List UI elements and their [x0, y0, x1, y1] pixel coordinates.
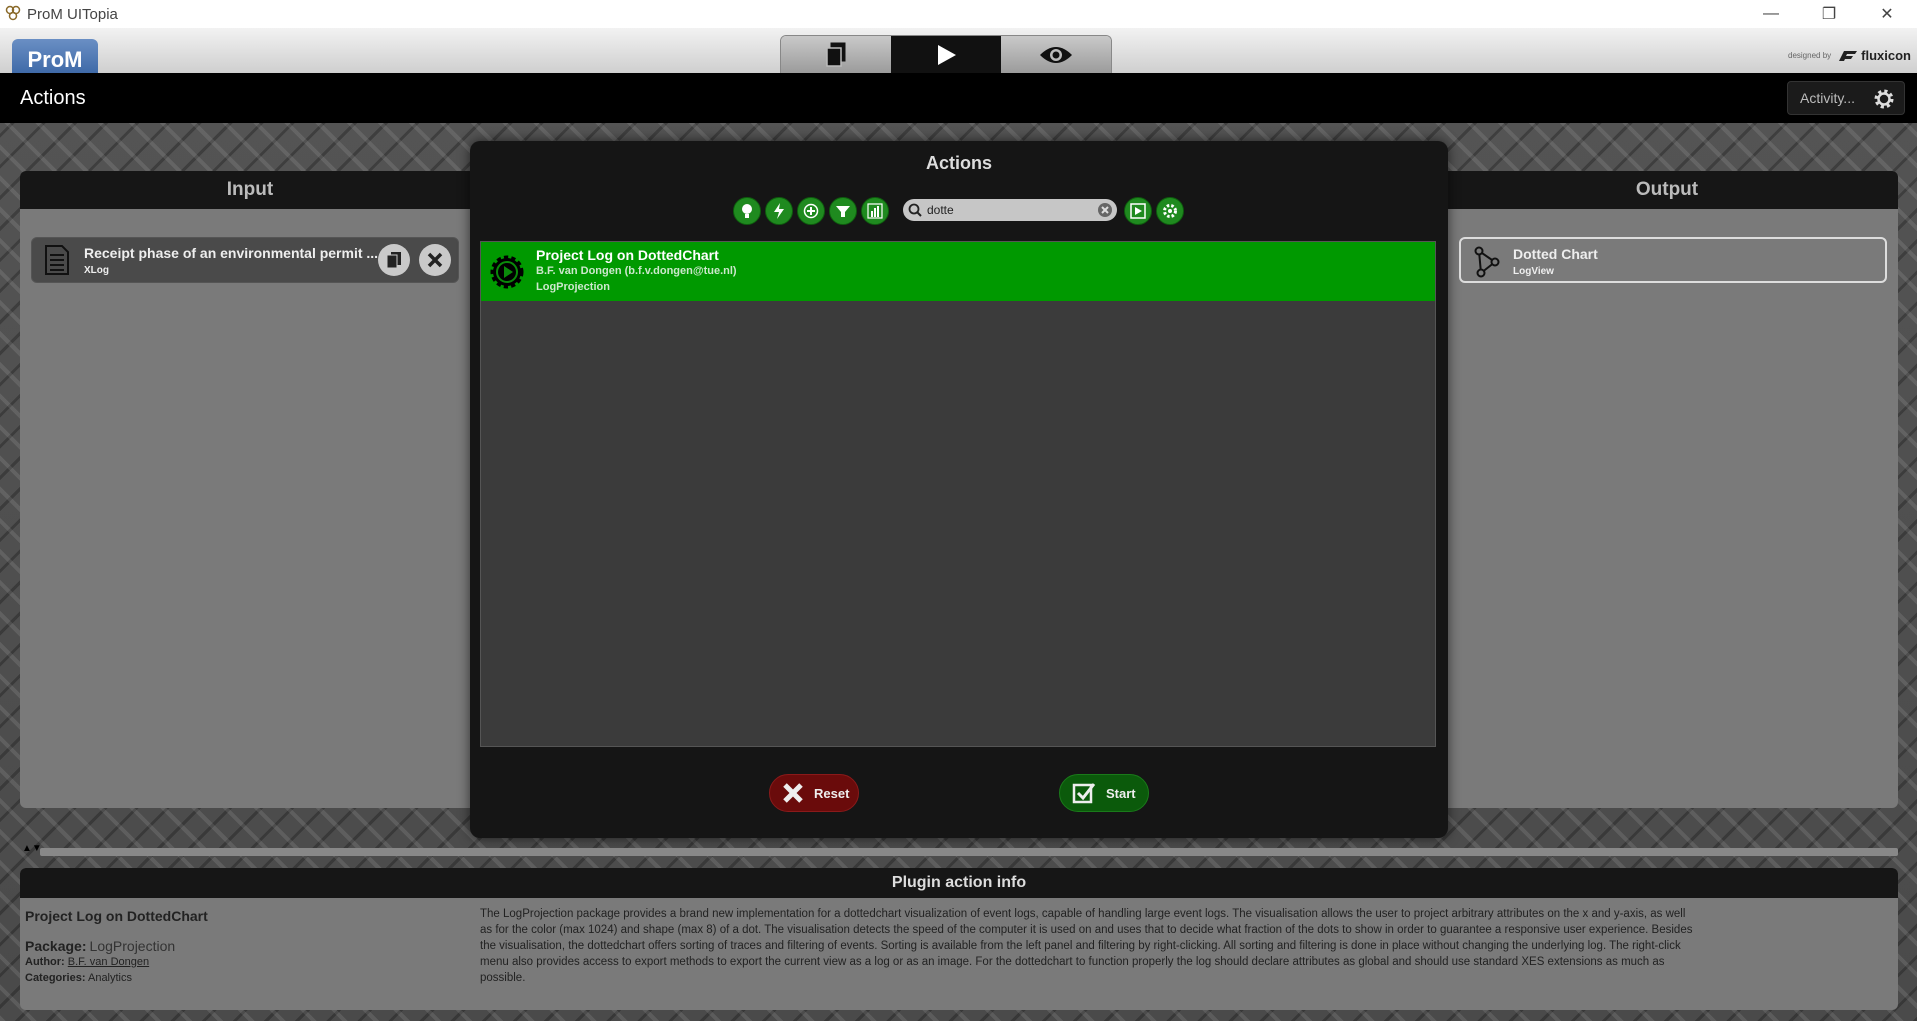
filter-chart-button[interactable] [861, 197, 889, 225]
prom-app-icon [5, 5, 21, 21]
plugin-name: Project Log on DottedChart [25, 908, 208, 924]
plugin-author: Author: B.F. van Dongen [25, 956, 150, 968]
funnel-icon [836, 206, 850, 217]
input-panel-title: Input [20, 171, 480, 209]
plugin-info-panel: Plugin action info Project Log on Dotted… [20, 868, 1898, 1010]
chart-icon [867, 203, 883, 219]
checkbox-icon [1072, 783, 1096, 804]
restore-button[interactable]: ❐ [1806, 0, 1852, 28]
filter-bolt-button[interactable] [765, 197, 793, 225]
lightbulb-icon [742, 204, 752, 218]
window-title: ProM UITopia [27, 6, 118, 23]
cog-icon [1163, 204, 1177, 218]
graph-icon [1474, 246, 1500, 278]
plugin-package: Package: LogProjection [25, 938, 176, 954]
activity-button[interactable]: Activity... [1787, 81, 1905, 115]
documents-icon [826, 42, 846, 67]
page-header: Actions Activity... [0, 73, 1917, 123]
search-icon [908, 203, 922, 217]
input-panel: Input Receipt phase of an environmental … [20, 171, 480, 808]
output-resource-item[interactable]: Dotted Chart LogView [1459, 237, 1887, 283]
close-icon [783, 783, 803, 803]
close-button[interactable]: ✕ [1864, 0, 1910, 28]
start-button[interactable]: Start [1059, 774, 1149, 812]
filter-funnel-button[interactable] [829, 197, 857, 225]
plugin-description: The LogProjection package provides a bra… [480, 908, 1693, 984]
close-icon [427, 252, 443, 268]
filter-add-button[interactable] [797, 197, 825, 225]
action-package: LogProjection [536, 281, 610, 293]
filter-lightbulb-button[interactable] [733, 197, 761, 225]
copy-resource-button[interactable] [378, 244, 410, 276]
output-panel-title: Output [1436, 171, 1898, 209]
tab-workspace[interactable] [781, 36, 891, 74]
play-box-icon [1130, 203, 1146, 219]
activity-label: Activity... [1800, 90, 1855, 106]
fluxicon-brand: designed by fluxicon [1788, 48, 1911, 63]
view-mode-button[interactable] [1124, 197, 1152, 225]
gear-icon [1874, 89, 1894, 109]
reset-button[interactable]: Reset [769, 774, 859, 812]
splitter-toggle-icon[interactable]: ▲▼ [22, 843, 42, 854]
list-item[interactable]: Project Log on DottedChart B.F. van Dong… [481, 242, 1435, 301]
prom-logo: ProM [12, 39, 98, 73]
plus-icon [803, 203, 819, 219]
eye-icon [1040, 47, 1072, 63]
page-title: Actions [20, 87, 86, 109]
action-author: B.F. van Dongen (b.f.v.dongen@tue.nl) [536, 265, 737, 277]
reset-label: Reset [814, 785, 850, 801]
actions-dialog-title: Actions [925, 153, 992, 173]
input-resource-name: Receipt phase of an environmental permit… [84, 245, 379, 261]
play-cog-icon [490, 255, 524, 289]
search-input[interactable] [927, 201, 1087, 219]
output-panel: Output Dotted Chart LogView [1436, 171, 1898, 808]
start-label: Start [1106, 785, 1136, 801]
output-resource-type: LogView [1513, 266, 1554, 277]
input-resource-item[interactable]: Receipt phase of an environmental permit… [31, 237, 459, 283]
copy-icon [386, 252, 401, 269]
bolt-icon [774, 203, 784, 219]
play-icon [938, 45, 956, 65]
fluxicon-logo-icon [1839, 50, 1858, 61]
settings-button[interactable] [1156, 197, 1184, 225]
remove-resource-button[interactable] [419, 244, 451, 276]
clear-search-icon[interactable] [1097, 202, 1113, 218]
author-link[interactable]: B.F. van Dongen [68, 956, 149, 968]
tab-views[interactable] [1001, 36, 1111, 74]
panel-splitter[interactable] [40, 848, 1898, 856]
plugin-info-title: Plugin action info [20, 868, 1898, 898]
plugin-categories: Categories: Analytics [25, 972, 133, 984]
search-box [903, 199, 1117, 221]
document-icon [45, 245, 69, 275]
minimize-button[interactable]: — [1748, 0, 1794, 28]
actions-dialog: Actions dotte Project Log on DottedChart… [470, 141, 1448, 838]
output-resource-name: Dotted Chart [1513, 246, 1598, 262]
action-name: Project Log on DottedChart [536, 247, 719, 263]
action-list: Project Log on DottedChart B.F. van Dong… [480, 241, 1436, 747]
input-resource-type: XLog [84, 265, 109, 276]
tab-actions[interactable] [891, 36, 1001, 74]
mode-tabs [780, 35, 1112, 74]
window-titlebar: ProM UITopia — ❐ ✕ [0, 0, 1917, 28]
